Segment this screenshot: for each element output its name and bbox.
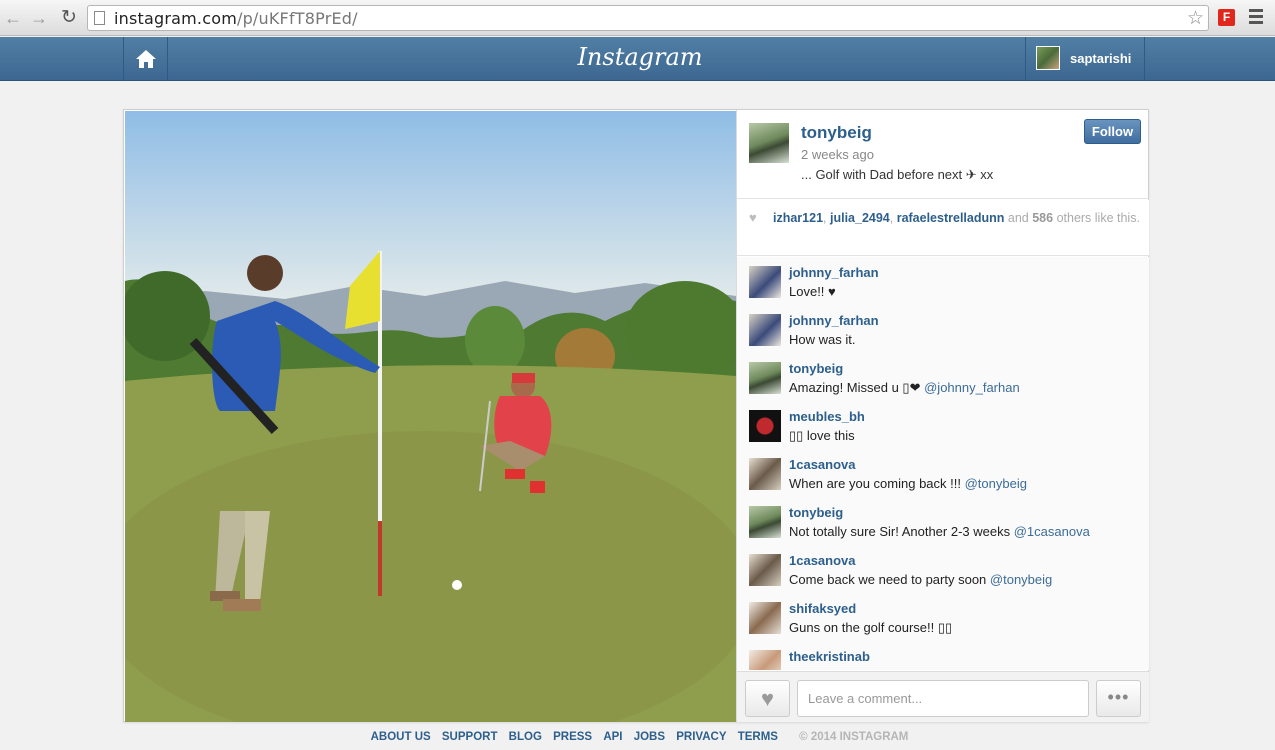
comment-username[interactable]: 1casanova (789, 553, 856, 568)
bookmark-star-icon[interactable]: ☆ (1187, 7, 1204, 30)
comment-text: Amazing! Missed u ▯❤ @johnny_farhan (789, 380, 1020, 395)
comment-item: 1casanova Come back we need to party soo… (737, 545, 1149, 593)
page-icon (94, 11, 105, 25)
back-arrow-icon[interactable]: ← (2, 7, 24, 29)
footer-link-blog[interactable]: BLOG (509, 731, 542, 743)
comment-username[interactable]: johnny_farhan (789, 313, 879, 328)
comment-item: johnny_farhan Love!! ♥ (737, 257, 1149, 305)
mention-link[interactable]: @johnny_farhan (924, 380, 1020, 395)
comment-text: How was it. (789, 332, 856, 347)
comment-username[interactable]: meubles_bh (789, 409, 865, 424)
commenter-avatar[interactable] (749, 314, 781, 346)
likes-count[interactable]: 586 (1032, 211, 1053, 225)
follow-button[interactable]: Follow (1084, 119, 1141, 144)
flipboard-extension-icon[interactable]: F (1218, 9, 1235, 26)
liker-link[interactable]: izhar121 (773, 211, 823, 225)
commenter-avatar[interactable] (749, 266, 781, 298)
post-timestamp[interactable]: 2 weeks ago (801, 147, 874, 162)
reload-icon[interactable]: ↻ (58, 7, 80, 29)
mention-link[interactable]: @1casanova (1014, 524, 1090, 539)
comment-item: theekristinab (737, 641, 1149, 670)
comment-username[interactable]: shifaksyed (789, 601, 856, 616)
user-avatar (1036, 46, 1060, 70)
comment-text: Not totally sure Sir! Another 2-3 weeks … (789, 524, 1090, 539)
comment-item: tonybeig Amazing! Missed u ▯❤ @johnny_fa… (737, 353, 1149, 401)
heart-icon: ♥ (760, 686, 775, 711)
comment-username[interactable]: theekristinab (789, 649, 870, 664)
commenter-avatar[interactable] (749, 506, 781, 538)
comment-text: When are you coming back !!! @tonybeig (789, 476, 1027, 491)
likes-and: and (1007, 211, 1029, 225)
comment-item: shifaksyed Guns on the golf course!! ▯▯ (737, 593, 1149, 641)
footer-link-terms[interactable]: TERMS (738, 731, 778, 743)
comment-text: Love!! ♥ (789, 284, 836, 299)
comment-item: 1casanova When are you coming back !!! @… (737, 449, 1149, 497)
comment-username[interactable]: johnny_farhan (789, 265, 879, 280)
commenter-avatar[interactable] (749, 602, 781, 634)
comment-list[interactable]: johnny_farhan Love!! ♥ johnny_farhan How… (737, 257, 1149, 670)
comment-input[interactable] (797, 680, 1089, 717)
likes-text: izhar121, julia_2494, rafaelestrelladunn… (773, 211, 1140, 225)
post-header: tonybeig 2 weeks ago ... Golf with Dad b… (737, 110, 1149, 199)
footer-link-support[interactable]: SUPPORT (442, 731, 498, 743)
instagram-logo[interactable]: Instagram (540, 43, 740, 71)
url-host: instagram.com (114, 9, 237, 28)
likes-others: others like this. (1056, 211, 1140, 225)
post-sidebar: tonybeig 2 weeks ago ... Golf with Dad b… (736, 110, 1149, 722)
comment-item: johnny_farhan How was it. (737, 305, 1149, 353)
commenter-avatar[interactable] (749, 458, 781, 490)
footer-link-privacy[interactable]: PRIVACY (676, 731, 726, 743)
comment-item: tonybeig Not totally sure Sir! Another 2… (737, 497, 1149, 545)
commenter-avatar[interactable] (749, 650, 781, 670)
url-path: /p/uKFfT8PrEd/ (236, 9, 358, 28)
owner-avatar[interactable] (749, 123, 789, 163)
comment-username[interactable]: tonybeig (789, 505, 843, 520)
mention-link[interactable]: @tonybeig (965, 476, 1027, 491)
liker-link[interactable]: rafaelestrelladunn (897, 211, 1005, 225)
home-icon (135, 50, 156, 68)
post-caption: ... Golf with Dad before next ✈ xx (801, 167, 994, 182)
liker-link[interactable]: julia_2494 (830, 211, 890, 225)
forward-arrow-icon[interactable]: → (28, 7, 50, 29)
comment-text: Guns on the golf course!! ▯▯ (789, 620, 953, 635)
post-card: tonybeig 2 weeks ago ... Golf with Dad b… (123, 109, 1149, 722)
comment-username[interactable]: 1casanova (789, 457, 856, 472)
url-text[interactable]: instagram.com/p/uKFfT8PrEd/ (114, 9, 358, 28)
commenter-avatar[interactable] (749, 554, 781, 586)
user-name: saptarishi (1070, 51, 1132, 66)
likes-summary: ♥ izhar121, julia_2494, rafaelestrelladu… (737, 200, 1149, 256)
footer-link-api[interactable]: API (603, 731, 622, 743)
commenter-avatar[interactable] (749, 362, 781, 394)
copyright: © 2014 INSTAGRAM (799, 731, 909, 743)
comment-item: meubles_bh ▯▯ love this (737, 401, 1149, 449)
more-options-button[interactable]: ••• (1096, 680, 1141, 717)
footer-link-jobs[interactable]: JOBS (634, 731, 665, 743)
heart-icon: ♥ (749, 210, 757, 225)
home-button[interactable] (123, 37, 168, 81)
browser-menu-icon[interactable] (1249, 9, 1263, 25)
user-menu[interactable]: saptarishi (1025, 37, 1145, 81)
site-footer: ABOUT US SUPPORT BLOG PRESS API JOBS PRI… (0, 731, 1275, 747)
instagram-header: Instagram saptarishi (0, 37, 1275, 81)
comment-username[interactable]: tonybeig (789, 361, 843, 376)
footer-link-about[interactable]: ABOUT US (371, 731, 431, 743)
mention-link[interactable]: @tonybeig (990, 572, 1052, 587)
like-button[interactable]: ♥ (745, 680, 790, 717)
comment-text: ▯▯ love this (789, 428, 855, 443)
address-bar[interactable]: instagram.com/p/uKFfT8PrEd/ ☆ (87, 5, 1209, 31)
browser-toolbar: ← → ↻ instagram.com/p/uKFfT8PrEd/ ☆ F (0, 0, 1275, 36)
comment-bar: ♥ ••• (737, 671, 1149, 722)
commenter-avatar[interactable] (749, 410, 781, 442)
owner-username[interactable]: tonybeig (801, 123, 872, 143)
footer-link-press[interactable]: PRESS (553, 731, 592, 743)
golf-photo-image (125, 111, 736, 722)
comment-text: Come back we need to party soon @tonybei… (789, 572, 1053, 587)
post-photo (125, 111, 736, 722)
